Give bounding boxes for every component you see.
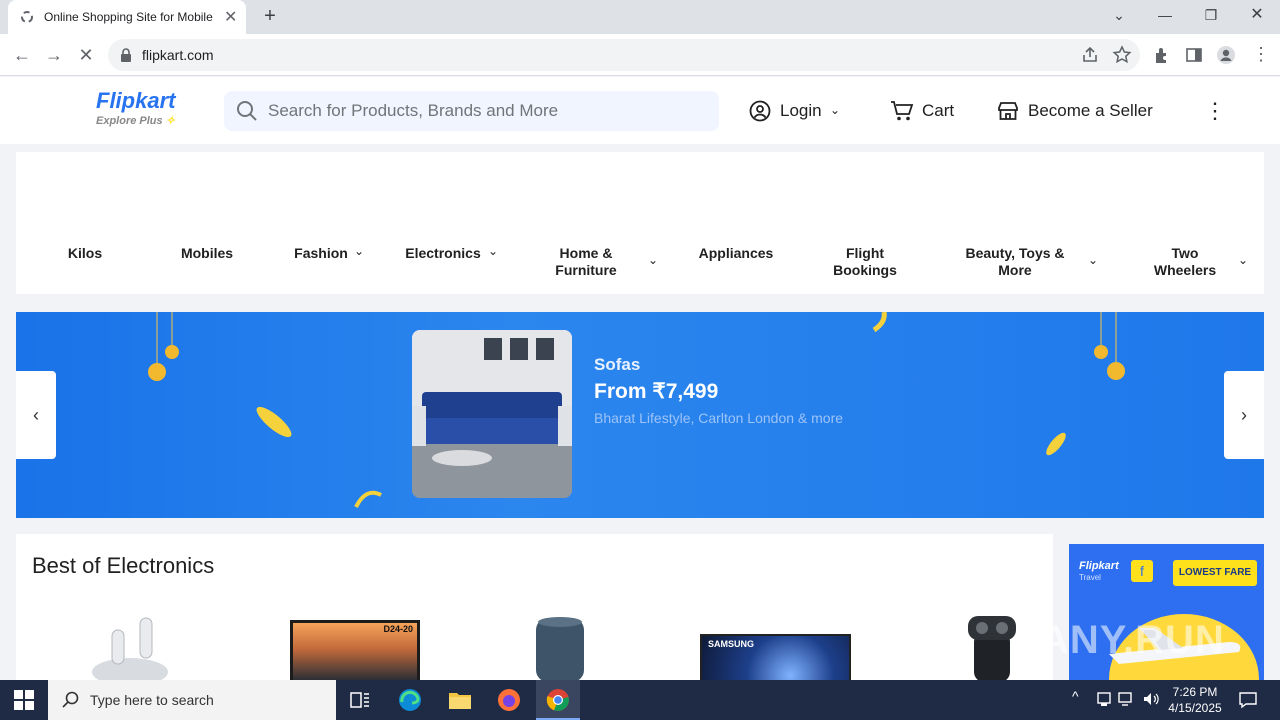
browser-tab[interactable]: Online Shopping Site for Mobile ✕ bbox=[8, 0, 246, 34]
samsung-tv-product[interactable]: SAMSUNG bbox=[700, 634, 851, 680]
taskbar-search-placeholder: Type here to search bbox=[90, 692, 214, 708]
speaker-product[interactable] bbox=[534, 616, 586, 680]
cart-button[interactable]: Cart bbox=[922, 101, 954, 121]
url-text: flipkart.com bbox=[142, 47, 214, 63]
banner-next-button[interactable]: › bbox=[1224, 371, 1264, 459]
tab-search-icon[interactable]: ⌄ bbox=[1096, 0, 1142, 30]
new-tab-button[interactable]: + bbox=[258, 5, 282, 29]
user-icon bbox=[749, 100, 771, 122]
category-mobiles[interactable]: Mobiles bbox=[170, 245, 244, 262]
tv-brand-label: SAMSUNG bbox=[708, 639, 755, 649]
cart-icon bbox=[891, 101, 914, 121]
search-icon bbox=[62, 691, 79, 708]
plus-icon: ✧ bbox=[165, 115, 175, 127]
ad-brand-sub: Travel bbox=[1079, 573, 1101, 582]
search-placeholder: Search for Products, Brands and More bbox=[268, 101, 559, 120]
banner-price: From ₹7,499 bbox=[594, 380, 719, 403]
stop-loading-icon[interactable]: ✕ bbox=[74, 44, 98, 68]
banner-prev-button[interactable]: ‹ bbox=[16, 371, 56, 459]
login-button[interactable]: Login bbox=[780, 101, 822, 121]
clock-date: 4/15/2025 bbox=[1168, 701, 1222, 715]
show-hidden-icons-chevron-icon[interactable]: ^ bbox=[1072, 688, 1079, 704]
lowest-fare-badge: LOWEST FARE bbox=[1173, 560, 1257, 586]
loading-icon bbox=[21, 11, 33, 23]
address-bar[interactable] bbox=[108, 39, 1140, 71]
side-panel-icon[interactable] bbox=[1184, 45, 1204, 65]
search-icon bbox=[237, 101, 257, 121]
firefox-icon[interactable] bbox=[497, 688, 521, 712]
edge-browser-icon[interactable] bbox=[398, 688, 422, 712]
monitor-model-label: D24-20 bbox=[383, 624, 413, 634]
category-home-furniture[interactable]: Home & Furniture bbox=[544, 245, 628, 279]
ad-brand: Flipkart bbox=[1079, 560, 1119, 572]
volume-icon[interactable] bbox=[1142, 691, 1160, 707]
chevron-down-icon[interactable]: ⌄ bbox=[1088, 253, 1098, 267]
extensions-icon[interactable] bbox=[1152, 45, 1172, 65]
category-two-wheelers[interactable]: Two Wheelers bbox=[1146, 245, 1224, 279]
become-seller-button[interactable]: Become a Seller bbox=[1028, 101, 1153, 121]
monitor-product[interactable]: D24-20 bbox=[290, 620, 420, 680]
back-icon[interactable]: ← bbox=[10, 44, 34, 68]
task-view-icon[interactable] bbox=[350, 690, 370, 710]
chrome-icon bbox=[546, 689, 569, 711]
close-window-button[interactable]: ✕ bbox=[1234, 0, 1280, 30]
logo-tagline: Explore Plus ✧ bbox=[96, 114, 175, 127]
minimize-button[interactable]: — bbox=[1142, 0, 1188, 30]
tab-title: Online Shopping Site for Mobile bbox=[44, 10, 213, 24]
forward-icon[interactable]: → bbox=[42, 44, 66, 68]
earbuds-product[interactable] bbox=[90, 612, 174, 680]
flipkart-logo[interactable]: Flipkart bbox=[96, 88, 175, 114]
watermark-text: ANY.RUN bbox=[1040, 618, 1225, 662]
close-tab-icon[interactable]: ✕ bbox=[224, 7, 237, 27]
chrome-taskbar-button[interactable] bbox=[536, 680, 580, 720]
network-icon[interactable] bbox=[1118, 691, 1136, 707]
category-beauty-toys[interactable]: Beauty, Toys & More bbox=[958, 245, 1072, 279]
banner-subtitle: Bharat Lifestyle, Carlton London & more bbox=[594, 410, 844, 426]
lock-icon bbox=[121, 48, 131, 62]
bookmark-star-icon[interactable] bbox=[1112, 45, 1132, 65]
logo-tagline-text: Explore Plus bbox=[96, 115, 163, 127]
sofa-image bbox=[412, 330, 572, 498]
file-explorer-icon[interactable] bbox=[448, 690, 472, 710]
category-electronics[interactable]: Electronics bbox=[400, 245, 486, 262]
more-menu-icon[interactable]: ⋮ bbox=[1204, 98, 1226, 124]
chevron-down-icon[interactable]: ⌄ bbox=[830, 103, 840, 117]
network-adapter-icon[interactable] bbox=[1096, 691, 1112, 707]
share-icon[interactable] bbox=[1080, 45, 1100, 65]
chrome-menu-icon[interactable]: ⋮ bbox=[1252, 44, 1270, 65]
category-appliances[interactable]: Appliances bbox=[690, 245, 782, 262]
flipkart-travel-ad[interactable]: Flipkart Travel f LOWEST FARE bbox=[1069, 544, 1264, 684]
flipkart-f-icon: f bbox=[1131, 560, 1153, 582]
category-fashion[interactable]: Fashion bbox=[290, 245, 352, 262]
category-flight-bookings[interactable]: Flight Bookings bbox=[826, 245, 904, 279]
clock-time: 7:26 PM bbox=[1172, 685, 1218, 699]
shaver-product[interactable] bbox=[962, 614, 1022, 680]
profile-avatar-icon[interactable] bbox=[1216, 45, 1236, 65]
taskbar-clock[interactable]: 7:26 PM 4/15/2025 bbox=[1166, 684, 1224, 716]
category-nav bbox=[16, 152, 1264, 294]
section-title: Best of Electronics bbox=[32, 553, 215, 578]
taskbar-search-input[interactable]: Type here to search bbox=[48, 680, 336, 720]
windows-start-icon[interactable] bbox=[14, 690, 34, 710]
banner-title: Sofas bbox=[594, 355, 641, 374]
restore-button[interactable]: ❐ bbox=[1188, 0, 1234, 30]
store-icon bbox=[998, 102, 1018, 120]
chevron-down-icon[interactable]: ⌄ bbox=[648, 253, 658, 267]
chevron-down-icon[interactable]: ⌄ bbox=[1238, 253, 1248, 267]
chevron-down-icon[interactable]: ⌄ bbox=[488, 244, 498, 258]
category-kilos[interactable]: Kilos bbox=[50, 245, 120, 262]
chevron-down-icon[interactable]: ⌄ bbox=[354, 244, 364, 258]
notifications-icon[interactable] bbox=[1238, 690, 1258, 710]
